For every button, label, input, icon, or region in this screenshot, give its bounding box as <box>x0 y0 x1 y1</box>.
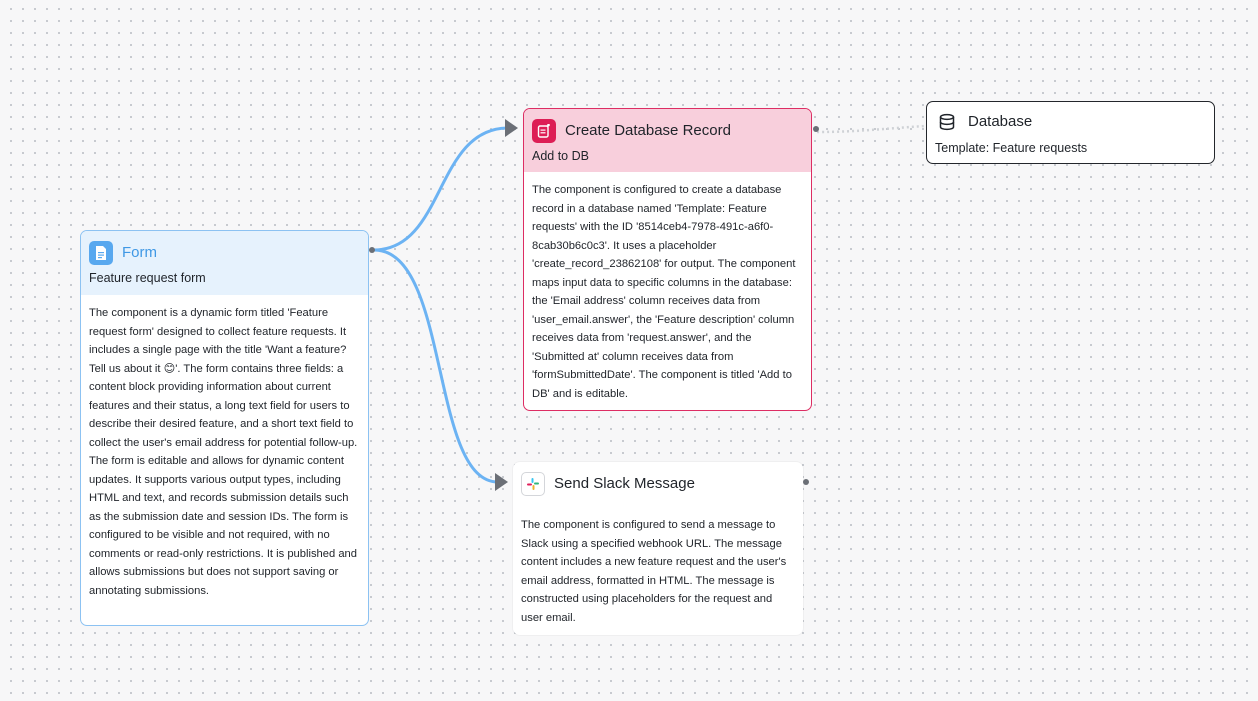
form-output-handle[interactable] <box>369 247 375 253</box>
database-node-header: Database Template: Feature requests <box>927 102 1214 163</box>
slack-icon <box>521 472 545 496</box>
form-node-header: Form Feature request form <box>81 231 368 295</box>
database-record-icon <box>532 119 556 143</box>
create-record-node-subtitle: Add to DB <box>532 149 589 163</box>
arrowhead-slack <box>495 473 508 491</box>
create-record-node-header: Create Database Record Add to DB <box>524 109 811 172</box>
slack-node-description: The component is configured to send a me… <box>521 519 787 624</box>
send-slack-message-node[interactable]: Send Slack Message The component is conf… <box>513 462 803 635</box>
slack-output-handle[interactable] <box>803 479 809 485</box>
edge-form-to-create-record[interactable] <box>372 126 510 252</box>
create-database-record-node[interactable]: Create Database Record Add to DB The com… <box>523 108 812 411</box>
create-record-output-handle[interactable] <box>813 126 819 132</box>
create-record-node-title: Create Database Record <box>565 122 731 139</box>
form-node-subtitle: Feature request form <box>89 271 206 285</box>
arrowhead-create-record <box>505 119 518 137</box>
slack-node-title: Send Slack Message <box>554 475 695 492</box>
form-node-title: Form <box>122 244 157 261</box>
database-icon <box>935 110 959 134</box>
database-node-title: Database <box>968 113 1033 130</box>
database-node[interactable]: Database Template: Feature requests <box>926 101 1215 164</box>
edge-create-record-to-database <box>816 124 927 134</box>
create-record-node-description: The component is configured to create a … <box>532 184 796 400</box>
document-icon <box>89 241 113 265</box>
form-node[interactable]: Form Feature request form The component … <box>80 230 369 626</box>
form-node-description: The component is a dynamic form titled '… <box>89 307 358 597</box>
database-node-subtitle: Template: Feature requests <box>935 141 1088 155</box>
edge-form-to-slack[interactable] <box>372 248 500 484</box>
slack-node-header: Send Slack Message <box>513 462 803 512</box>
